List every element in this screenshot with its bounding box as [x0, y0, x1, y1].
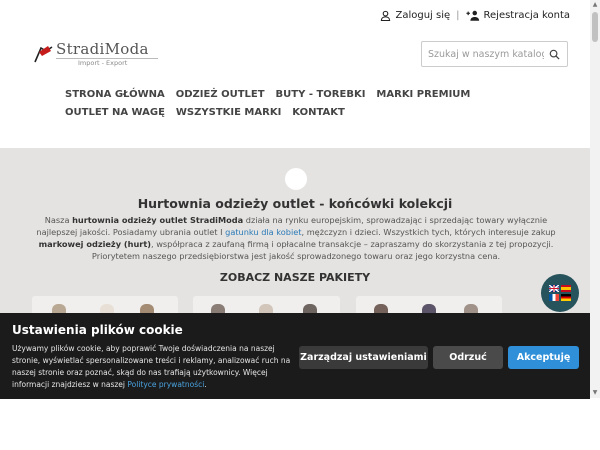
accept-button[interactable]: Akceptuję	[508, 346, 579, 369]
packages-heading: ZOBACZ NASZE PAKIETY	[219, 271, 371, 284]
register-label: Rejestracja konta	[483, 9, 570, 21]
nav-item-home[interactable]: STRONA GŁÓWNA	[65, 89, 165, 101]
loading-circle	[285, 168, 307, 190]
nav-item-outlet-clothing[interactable]: ODZIEŻ OUTLET	[176, 89, 265, 101]
language-switcher[interactable]	[541, 274, 579, 312]
topbar-separator: |	[456, 9, 460, 21]
login-link[interactable]: Zaloguj się	[380, 10, 450, 21]
top-bar: Zaloguj się | Rejestracja konta	[0, 0, 590, 30]
uk-flag-icon	[549, 285, 559, 292]
search-input[interactable]	[422, 48, 544, 60]
scroll-up-arrow-icon[interactable]: ▲	[590, 0, 600, 10]
privacy-policy-link[interactable]: Polityce prywatności	[127, 380, 204, 389]
search-box	[421, 41, 568, 67]
register-link[interactable]: Rejestracja konta	[465, 9, 570, 21]
cookie-text: Używamy plików cookie, aby poprawić Twoj…	[12, 344, 291, 389]
france-flag-icon	[549, 294, 559, 301]
germany-flag-icon	[561, 294, 571, 301]
hero-bold-branded: markowej odzieży (hurt)	[38, 239, 151, 249]
cookie-banner: Ustawienia plików cookie Używamy plików …	[0, 313, 590, 399]
hero-title: Hurtownia odzieży outlet - końcówki kole…	[137, 196, 453, 211]
manage-settings-button[interactable]: Zarządzaj ustawieniami	[299, 346, 428, 369]
nav-item-shoes-bags[interactable]: BUTY - TOREBKI	[276, 89, 366, 101]
nav-item-all-brands[interactable]: WSZYSTKIE MARKI	[176, 107, 281, 119]
search-icon[interactable]	[544, 49, 564, 60]
logo-emblem-icon	[34, 46, 53, 63]
add-user-icon	[465, 10, 479, 21]
logo-tagline: Import - Export	[78, 59, 128, 67]
page-scrollbar[interactable]: ▲ ▼	[590, 0, 600, 398]
flags-icon	[549, 285, 571, 301]
nav-item-contact[interactable]: KONTAKT	[292, 107, 345, 119]
site-logo[interactable]: StradiModa Import - Export	[32, 40, 162, 70]
main-nav: STRONA GŁÓWNA ODZIEŻ OUTLET BUTY - TOREB…	[65, 89, 535, 119]
refuse-button[interactable]: Odrzuć	[433, 346, 503, 369]
cookie-title: Ustawienia plików cookie	[12, 323, 183, 337]
login-label: Zaloguj się	[395, 9, 451, 21]
scrollbar-thumb[interactable]	[592, 12, 598, 42]
hero-bold-wholesale: hurtownia odzieży outlet StradiModa	[72, 215, 244, 225]
nav-item-premium-brands[interactable]: MARKI PREMIUM	[376, 89, 470, 101]
hero-description: Nasza hurtownia odzieży outlet StradiMod…	[36, 215, 556, 261]
nav-item-outlet-by-weight[interactable]: OUTLET NA WAGĘ	[65, 107, 165, 119]
spain-flag-icon	[561, 285, 571, 292]
user-icon	[381, 10, 391, 21]
women-quality-link[interactable]: gatunku dla kobiet	[225, 227, 301, 237]
scroll-down-arrow-icon[interactable]: ▼	[590, 388, 600, 398]
logo-brand: StradiModa	[56, 40, 149, 58]
